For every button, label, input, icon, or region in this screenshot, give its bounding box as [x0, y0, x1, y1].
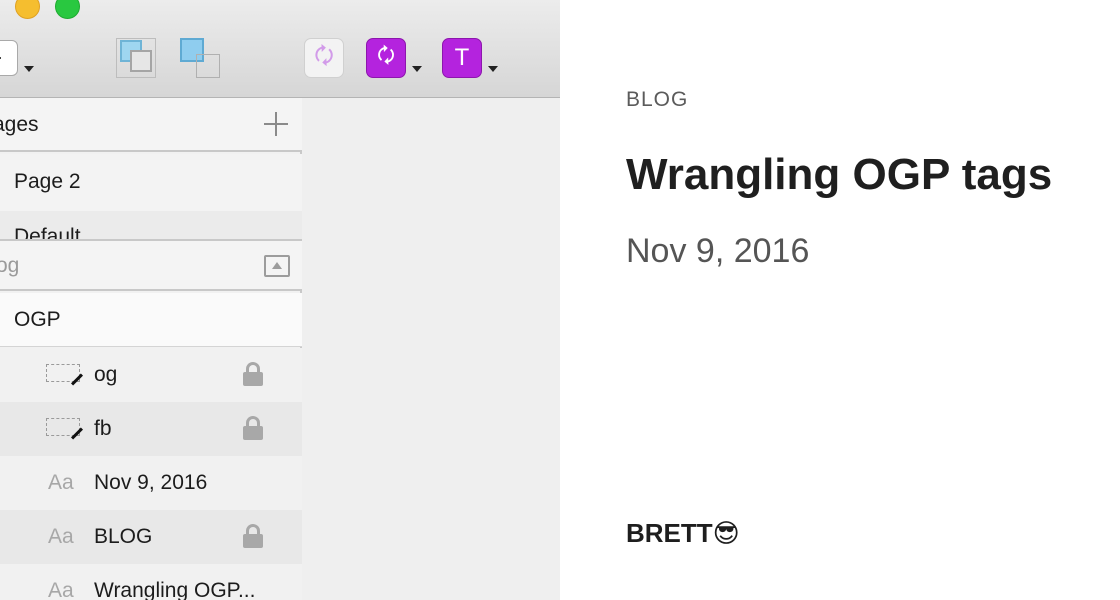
category-label: BLOG [626, 88, 689, 111]
layer-label: Nov 9, 2016 [94, 471, 208, 494]
layer-label: og [94, 363, 118, 386]
text-layer-icon: Aa [48, 525, 74, 548]
lock-icon[interactable] [243, 524, 263, 548]
lock-icon[interactable] [243, 416, 263, 440]
minimize-window-button[interactable] [15, 0, 40, 19]
union-icon[interactable] [116, 38, 156, 78]
sync-icon[interactable]: 🗘 [366, 38, 406, 78]
toolbar: 🗘 🗘 T [0, 0, 560, 98]
ogp-preview-card: BLOG Wrangling OGP tags Nov 9, 2016 BRET… [560, 0, 1120, 600]
page-item[interactable]: Page 2 [0, 154, 302, 212]
text-layer-icon: Aa [48, 471, 74, 494]
text-layer-icon: Aa [48, 579, 74, 600]
app-window: 🗘 🗘 T ages Page 2 Default og OGP [0, 0, 560, 600]
post-date: Nov 9, 2016 [626, 232, 810, 270]
layer-row[interactable]: Aa Nov 9, 2016 [0, 456, 302, 510]
lock-icon[interactable] [243, 362, 263, 386]
artboard-row[interactable]: OGP [0, 293, 302, 347]
collapse-icon[interactable] [264, 255, 290, 277]
sync-disabled-icon[interactable]: 🗘 [304, 38, 344, 78]
chevron-down-icon[interactable] [412, 66, 422, 72]
plus-icon[interactable] [264, 112, 288, 136]
page-item-label: Page 2 [14, 170, 81, 193]
chevron-down-icon[interactable] [488, 66, 498, 72]
author-name: BRETT😎 [626, 518, 740, 548]
text-style-icon[interactable]: T [442, 38, 482, 78]
pages-header-label: ages [0, 113, 39, 136]
layer-label: Wrangling OGP... [94, 579, 256, 600]
layer-row[interactable]: fb [0, 402, 302, 456]
layer-row[interactable]: og [0, 348, 302, 402]
sidebar-panel: ages Page 2 Default og OGP og fb Aa [0, 98, 302, 600]
sync-glyph: 🗘 [314, 43, 334, 68]
layer-row[interactable]: Aa Wrangling OGP... [0, 564, 302, 600]
page-item-label: Default [14, 225, 81, 239]
layer-row[interactable]: Aa BLOG [0, 510, 302, 564]
page-item[interactable]: Default [0, 211, 302, 239]
zoom-window-button[interactable] [55, 0, 80, 19]
layer-label: fb [94, 417, 112, 440]
slice-icon [46, 418, 84, 444]
layers-filter-header[interactable]: og [0, 239, 302, 291]
post-title: Wrangling OGP tags [626, 150, 1053, 199]
canvas[interactable] [304, 98, 560, 600]
pages-header: ages [0, 98, 302, 152]
subtract-icon[interactable] [178, 36, 224, 80]
layer-label: BLOG [94, 525, 153, 548]
artboard-label: OGP [14, 308, 61, 331]
slice-icon [46, 364, 84, 390]
insert-icon[interactable] [0, 40, 18, 76]
chevron-down-icon[interactable] [24, 66, 34, 72]
text-glyph: T [454, 44, 470, 71]
layers-filter-text[interactable]: og [0, 254, 19, 278]
sync-glyph: 🗘 [377, 45, 395, 67]
